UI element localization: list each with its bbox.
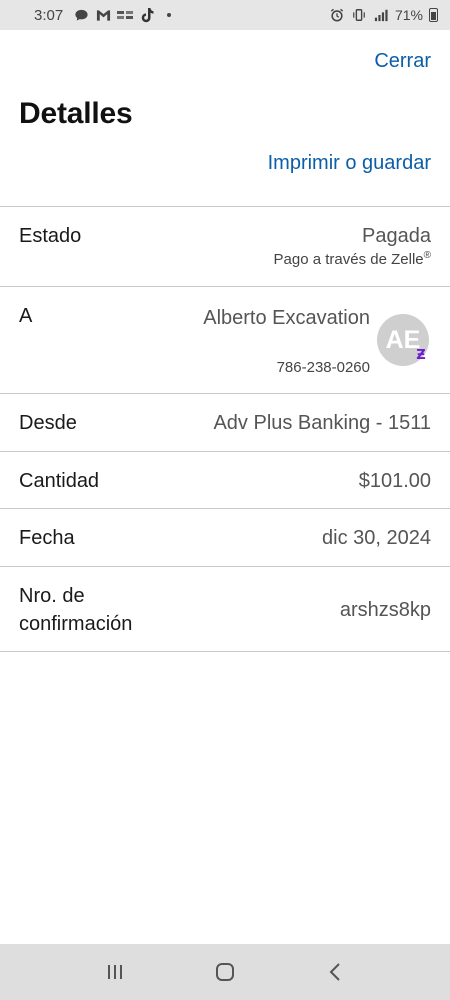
- status-left: 3:07: [34, 7, 329, 24]
- status-value: Pagada: [362, 225, 431, 247]
- notification-dot-icon: [167, 13, 172, 17]
- vibrate-icon: [351, 7, 367, 23]
- from-label: Desde: [19, 412, 77, 434]
- registered-mark: ®: [423, 250, 431, 261]
- chat-icon: [73, 7, 89, 23]
- recent-apps-icon[interactable]: [95, 952, 135, 992]
- from-value: Adv Plus Banking - 1511: [213, 412, 431, 434]
- page-title: Detalles: [19, 97, 133, 130]
- date-value: dic 30, 2024: [322, 527, 431, 549]
- battery-icon: [429, 8, 438, 22]
- divider: [0, 286, 450, 287]
- recipient-label: A: [19, 305, 33, 327]
- amount-value: $101.00: [358, 470, 431, 492]
- divider: [0, 451, 450, 452]
- divider: [0, 566, 450, 567]
- status-label: Estado: [19, 225, 82, 247]
- status-bar: 3:07 71%: [0, 0, 450, 30]
- amount-label: Cantidad: [19, 470, 100, 492]
- close-button[interactable]: Cerrar: [374, 50, 431, 73]
- back-icon[interactable]: [315, 952, 355, 992]
- confirmation-value: arshzs8kp: [339, 599, 431, 621]
- payment-method-text: Pago a través de Zelle®: [273, 250, 431, 268]
- zelle-icon: Ƶ: [416, 347, 426, 363]
- divider: [0, 206, 450, 207]
- gmail-icon: [95, 7, 111, 23]
- status-time: 3:07: [34, 6, 64, 24]
- recipient-name: Alberto Excavation: [203, 307, 370, 329]
- divider: [0, 651, 450, 652]
- home-icon[interactable]: [205, 952, 245, 992]
- confirmation-label-line2: confirmación: [19, 613, 133, 635]
- status-right: 71%: [329, 7, 438, 23]
- print-or-save-button[interactable]: Imprimir o guardar: [268, 152, 431, 175]
- signal-icon: [373, 7, 389, 23]
- recipient-phone: 786-238-0260: [276, 359, 370, 376]
- divider: [0, 508, 450, 509]
- divider: [0, 393, 450, 394]
- tiktok-icon: [139, 7, 155, 23]
- navigation-bar: [0, 944, 450, 1000]
- alarm-icon: [329, 7, 345, 23]
- confirmation-label-line1: Nro. de: [19, 585, 85, 607]
- app-icon: [117, 7, 134, 23]
- battery-percent: 71%: [394, 7, 423, 23]
- date-label: Fecha: [19, 527, 75, 549]
